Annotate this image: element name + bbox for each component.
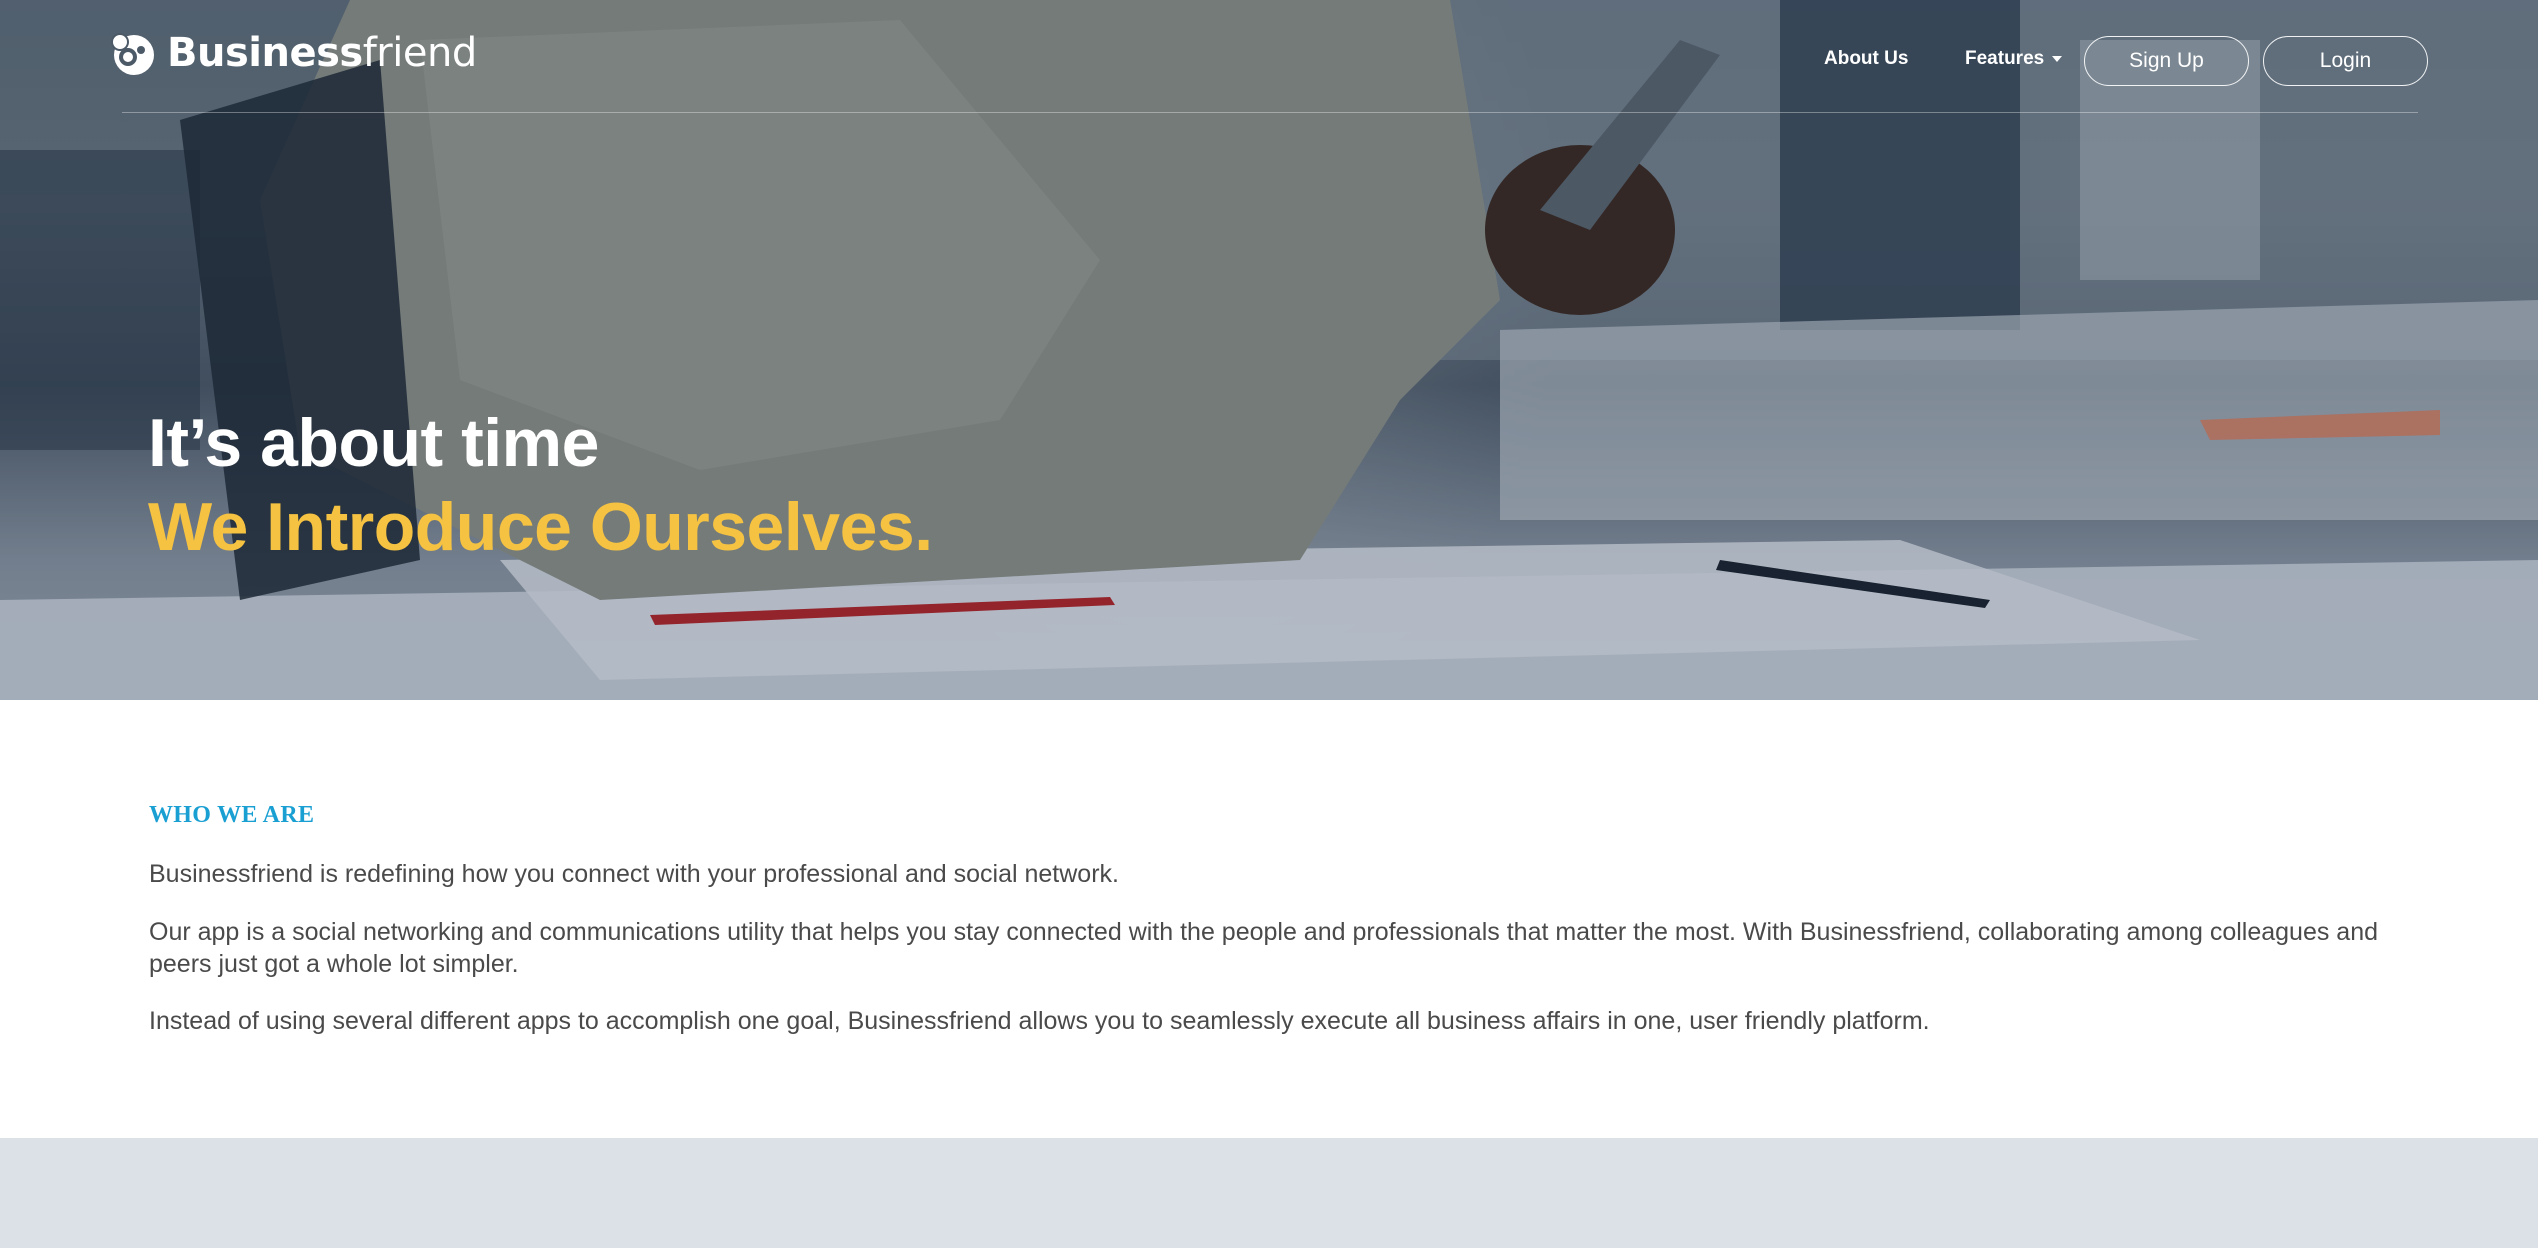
nav-about-us[interactable]: About Us xyxy=(1824,48,1908,70)
about-paragraph: Businessfriend is redefining how you con… xyxy=(149,860,1119,888)
hero-overlay xyxy=(0,0,2538,700)
nav-features-dropdown[interactable]: Features xyxy=(1965,48,2063,70)
brand-name-bold: Business xyxy=(167,30,363,76)
nav-divider xyxy=(122,112,2418,113)
nav-features-label: Features xyxy=(1965,48,2045,69)
brand-logo[interactable]: Businessfriend xyxy=(107,28,477,78)
caret-down-icon xyxy=(2052,56,2063,62)
leadership-section: LEADERSHIP TEAM xyxy=(0,1138,2538,1248)
hero-banner: Businessfriend About Us Features Sign Up… xyxy=(0,0,2538,700)
brand-name-light: friend xyxy=(362,30,478,76)
who-we-are-heading: WHO WE ARE xyxy=(149,802,315,828)
nav-about-us-label: About Us xyxy=(1824,48,1909,69)
leadership-title: LEADERSHIP TEAM xyxy=(149,1234,789,1248)
chat-bubbles-logo-icon xyxy=(111,33,154,75)
signup-button[interactable]: Sign Up xyxy=(2084,36,2249,86)
login-button[interactable]: Login xyxy=(2263,36,2428,86)
about-paragraph: Instead of using several different apps … xyxy=(149,1007,1930,1035)
brand-name: Businessfriend xyxy=(167,30,477,76)
hero-subtitle: We Introduce Ourselves. xyxy=(148,489,933,565)
hero-title: It’s about time xyxy=(148,405,599,481)
about-paragraph: Our app is a social networking and commu… xyxy=(149,918,2379,978)
